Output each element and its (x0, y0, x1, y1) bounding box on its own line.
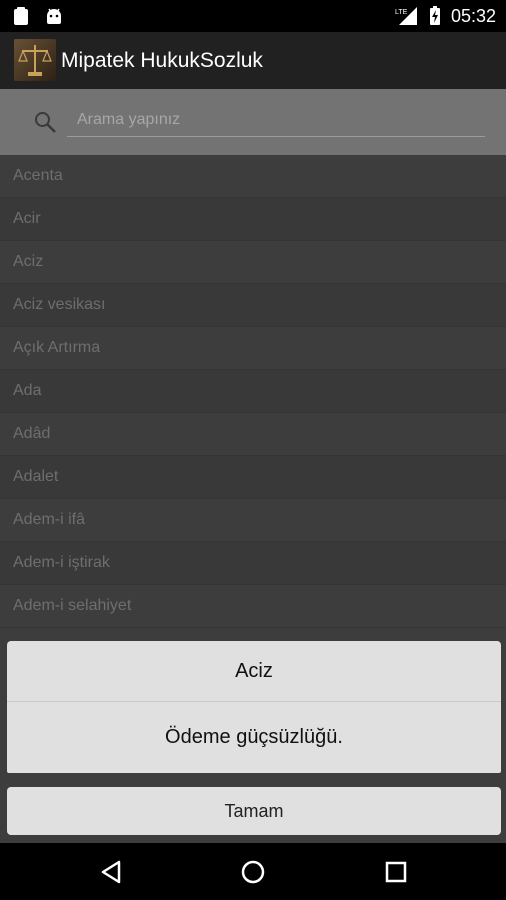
list-item[interactable]: Adalet (0, 456, 506, 499)
list-item[interactable]: Adem-i ifâ (0, 499, 506, 542)
app-logo-icon (14, 39, 56, 81)
list-item[interactable]: Açık Artırma (0, 327, 506, 370)
search-input[interactable] (67, 103, 485, 137)
action-bar: Mipatek HukukSozluk (0, 32, 506, 89)
list-item[interactable]: Acenta (0, 155, 506, 198)
android-icon (47, 8, 61, 24)
battery-charging-icon (429, 6, 440, 25)
list-item[interactable]: Adem-i selahiyet (0, 585, 506, 628)
clipboard-icon (14, 7, 28, 25)
search-icon[interactable] (33, 110, 57, 134)
lte-label: LTE (395, 9, 408, 16)
list-item[interactable]: Acir (0, 198, 506, 241)
list-item[interactable]: Adem-i iştirak (0, 542, 506, 585)
navigation-bar (0, 843, 506, 900)
list-item[interactable]: Aciz (0, 241, 506, 284)
status-clock: 05:32 (450, 6, 496, 26)
status-bar: LTE 05:32 (0, 0, 506, 32)
dialog-message: Ödeme güçsüzlüğü. (165, 726, 343, 748)
dialog-title: Aciz (7, 641, 501, 702)
ok-button[interactable]: Tamam (7, 787, 501, 835)
list-item[interactable]: Adâd (0, 413, 506, 456)
app-title: Mipatek HukukSozluk (61, 49, 263, 72)
recents-icon[interactable] (381, 857, 411, 887)
list-item[interactable]: Aciz vesikası (0, 284, 506, 327)
list-item[interactable]: Ada (0, 370, 506, 413)
back-icon[interactable] (97, 857, 127, 887)
signal-lte-icon: LTE (395, 7, 417, 25)
home-icon[interactable] (238, 857, 268, 887)
definition-dialog: Aciz Ödeme güçsüzlüğü. (7, 641, 501, 773)
status-bar-right: LTE 05:32 (395, 6, 496, 26)
status-bar-left (12, 6, 64, 26)
